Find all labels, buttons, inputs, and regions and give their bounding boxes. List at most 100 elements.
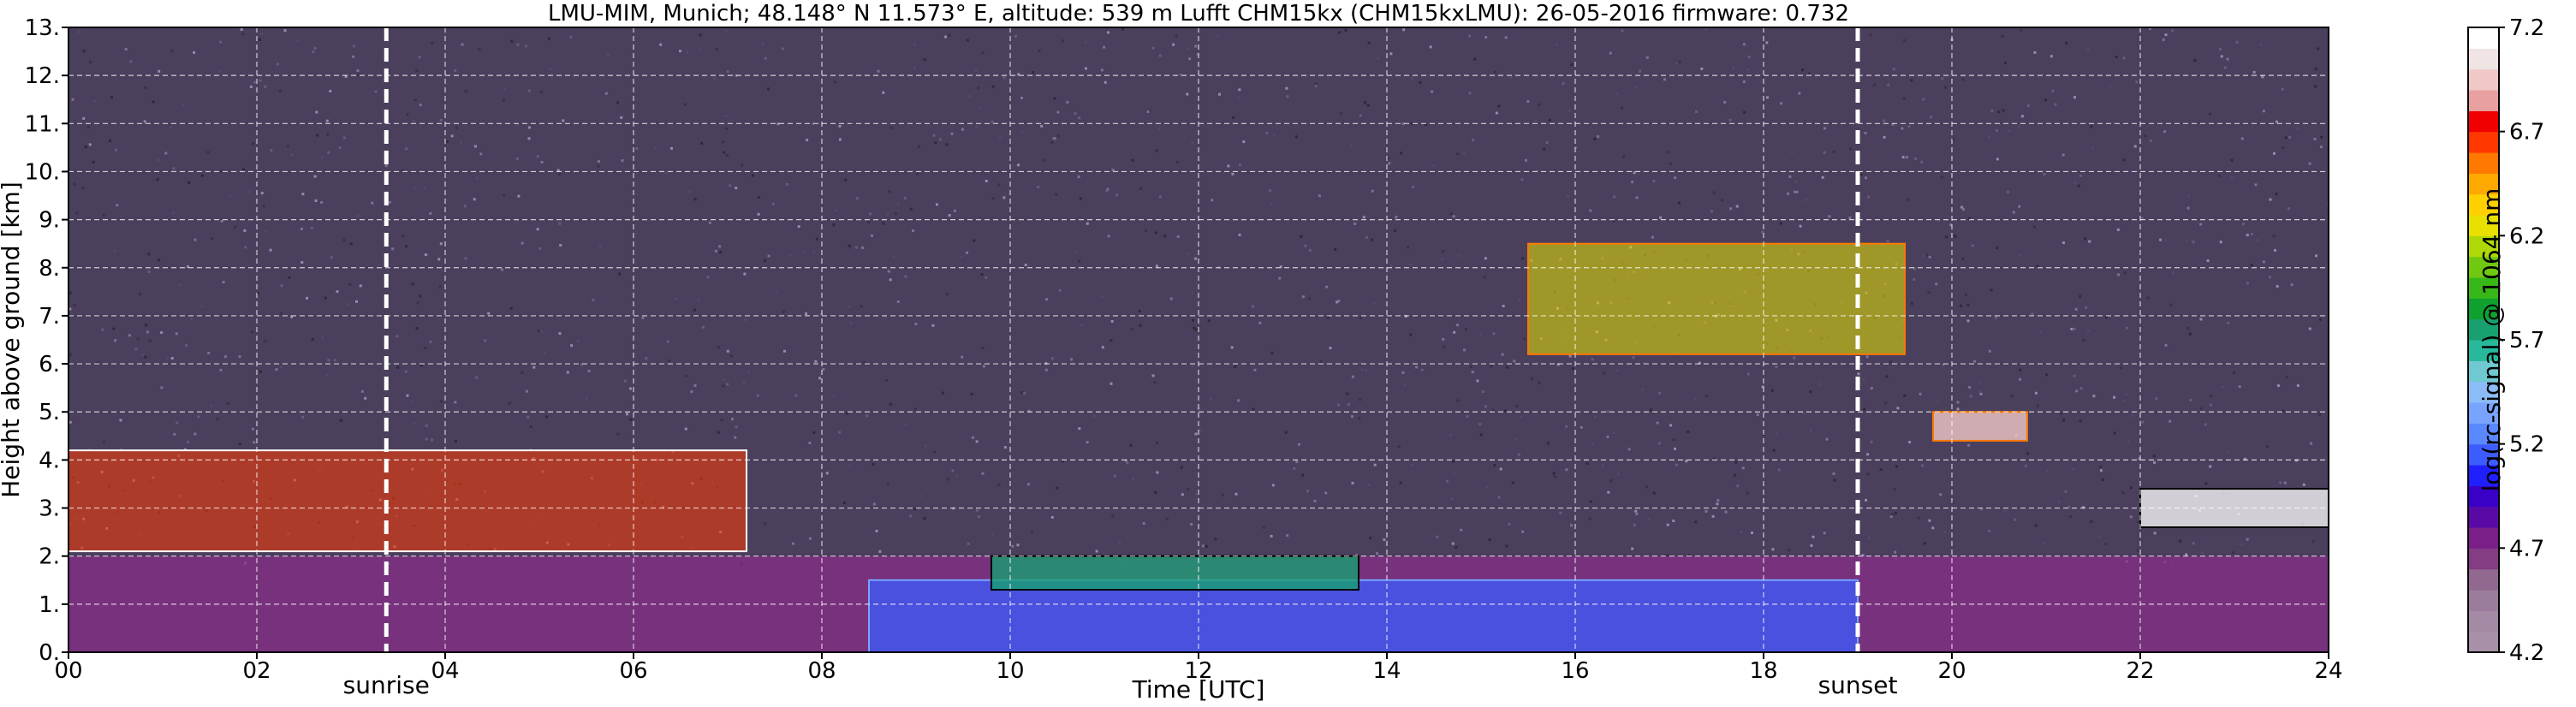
noise-speck [932, 134, 936, 137]
noise-speck [2141, 420, 2145, 424]
marker-sunset-label: sunset [1818, 671, 1898, 699]
noise-speck [2079, 294, 2082, 298]
noise-speck [1269, 189, 1272, 193]
colorbar-segment [2468, 610, 2499, 633]
noise-speck [1870, 440, 1873, 443]
noise-speck [129, 60, 133, 63]
noise-speck [529, 425, 532, 428]
noise-speck [2116, 228, 2120, 231]
noise-speck [791, 542, 794, 545]
colorbar-ticks: 4.2 4.7 5.2 5.7 6.2 6.7 7.2 [2499, 15, 2544, 666]
noise-speck [1044, 368, 1048, 371]
noise-speck [1491, 408, 1495, 412]
noise-speck [970, 393, 973, 395]
noise-speck [1158, 54, 1162, 57]
noise-speck [454, 69, 457, 72]
noise-speck [2090, 520, 2093, 523]
noise-speck [2146, 296, 2150, 300]
noise-speck [509, 306, 513, 310]
noise-speck [1479, 433, 1483, 437]
noise-speck [2079, 387, 2083, 390]
noise-speck [886, 212, 889, 216]
noise-speck [726, 349, 729, 353]
noise-speck [1508, 522, 1511, 526]
noise-speck [2049, 55, 2053, 58]
noise-speck [487, 312, 491, 315]
noise-speck [2017, 125, 2020, 128]
noise-speck [1812, 535, 1815, 538]
noise-speck [620, 116, 623, 119]
noise-speck [253, 441, 256, 444]
colorbar-tick-label: 4.2 [2509, 640, 2544, 666]
noise-speck [2079, 419, 2082, 423]
noise-speck [502, 98, 505, 102]
noise-speck [706, 276, 710, 279]
noise-speck [71, 98, 74, 101]
noise-speck [2073, 181, 2077, 184]
noise-speck [1817, 383, 1821, 386]
noise-speck [1191, 365, 1194, 368]
noise-speck [2185, 239, 2188, 242]
noise-speck [1647, 517, 1651, 520]
noise-speck [782, 310, 785, 313]
noise-speck [2044, 542, 2047, 545]
noise-speck [419, 104, 422, 107]
noise-speck [516, 220, 520, 223]
noise-speck [1928, 519, 1931, 522]
noise-speck [1903, 39, 1907, 42]
noise-speck [2240, 137, 2244, 140]
noise-speck [278, 89, 282, 92]
noise-speck [1669, 424, 1673, 427]
noise-speck [894, 212, 897, 215]
noise-speck [2235, 40, 2239, 44]
noise-speck [2133, 145, 2137, 148]
noise-speck [1873, 83, 1876, 86]
noise-speck [547, 37, 550, 40]
noise-speck [948, 33, 951, 37]
noise-speck [1411, 76, 1413, 80]
noise-speck [1471, 371, 1474, 373]
noise-speck [697, 298, 700, 301]
noise-speck [78, 30, 80, 33]
noise-speck [1765, 41, 1769, 45]
noise-speck [715, 48, 718, 50]
noise-speck [1218, 92, 1221, 96]
noise-speck [206, 151, 210, 154]
noise-speck [1645, 485, 1648, 489]
noise-speck [1729, 207, 1733, 211]
noise-speck [264, 340, 267, 343]
noise-speck [1465, 328, 1467, 331]
noise-speck [429, 341, 432, 343]
noise-speck [313, 46, 317, 50]
noise-speck [1153, 381, 1157, 384]
noise-speck [1960, 304, 1963, 307]
noise-speck [536, 228, 539, 231]
x-tick-label: 22 [2126, 658, 2154, 684]
noise-speck [1043, 158, 1046, 162]
noise-speck [1130, 328, 1133, 331]
noise-speck [2010, 395, 2014, 398]
noise-speck [1865, 355, 1869, 359]
noise-speck [923, 517, 926, 520]
noise-speck [1513, 359, 1516, 363]
noise-speck [1156, 471, 1159, 474]
noise-speck [1074, 250, 1077, 253]
noise-speck [668, 359, 670, 362]
noise-speck [693, 384, 697, 387]
noise-speck [1020, 131, 1024, 134]
noise-speck [1594, 415, 1597, 419]
noise-speck [316, 134, 319, 137]
noise-speck [1505, 365, 1508, 369]
noise-speck [1344, 29, 1347, 32]
noise-speck [193, 50, 196, 54]
noise-speck [359, 284, 362, 288]
noise-speck [1794, 190, 1796, 193]
noise-speck [1351, 415, 1353, 419]
noise-speck [1960, 205, 1964, 209]
y-tick-label: 5. [39, 400, 60, 425]
noise-speck [1084, 67, 1087, 70]
noise-speck [1776, 432, 1779, 436]
noise-speck [1080, 324, 1084, 327]
noise-speck [2033, 50, 2037, 54]
noise-speck [1892, 68, 1895, 71]
